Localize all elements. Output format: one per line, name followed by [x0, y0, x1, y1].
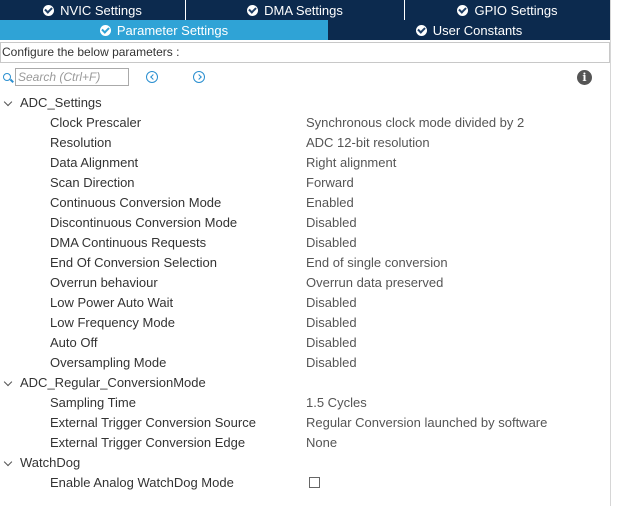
group-name: WatchDog [20, 455, 81, 470]
search-icon [3, 73, 11, 81]
param-name: Enable Analog WatchDog Mode [50, 475, 234, 490]
chevron-left-icon [149, 74, 156, 80]
tab-label: DMA Settings [264, 2, 343, 18]
param-name: End Of Conversion Selection [50, 255, 217, 270]
tab-bar-row-2: Parameter Settings User Constants [0, 20, 610, 40]
check-circle-icon [457, 4, 469, 16]
param-value[interactable]: None [306, 433, 337, 453]
search-toolbar: i [0, 67, 610, 89]
param-row[interactable]: Low Frequency Mode Disabled [0, 313, 610, 333]
param-name: Clock Prescaler [50, 115, 142, 130]
param-row[interactable]: Scan Direction Forward [0, 173, 610, 193]
check-circle-icon [247, 4, 259, 16]
tab-label: NVIC Settings [60, 2, 142, 18]
tab-parameter-settings[interactable]: Parameter Settings [0, 20, 328, 40]
group-name: ADC_Regular_ConversionMode [20, 375, 206, 390]
tab-gpio-settings[interactable]: GPIO Settings [405, 0, 610, 20]
info-icon[interactable]: i [577, 70, 592, 85]
param-row[interactable]: External Trigger Conversion Edge None [0, 433, 610, 453]
param-value[interactable]: Enabled [306, 193, 354, 213]
group-name: ADC_Settings [20, 95, 102, 110]
param-name: Low Power Auto Wait [50, 295, 174, 310]
param-row[interactable]: Data Alignment Right alignment [0, 153, 610, 173]
param-name: External Trigger Conversion Edge [50, 435, 246, 450]
param-row[interactable]: Overrun behaviour Overrun data preserved [0, 273, 610, 293]
tab-dma-settings[interactable]: DMA Settings [186, 0, 405, 20]
param-row[interactable]: Resolution ADC 12-bit resolution [0, 133, 610, 153]
param-value[interactable]: Disabled [306, 293, 357, 313]
tab-label: GPIO Settings [474, 2, 558, 18]
check-circle-icon [415, 24, 427, 36]
tab-label: Parameter Settings [116, 22, 229, 38]
param-row[interactable]: Discontinuous Conversion Mode Disabled [0, 213, 610, 233]
param-name: Continuous Conversion Mode [50, 195, 222, 210]
param-name: Data Alignment [50, 155, 139, 170]
tab-label: User Constants [432, 22, 523, 38]
chevron-down-icon[interactable] [3, 377, 13, 387]
param-row[interactable]: Enable Analog WatchDog Mode [0, 473, 610, 493]
param-name: Overrun behaviour [50, 275, 158, 290]
param-value[interactable]: Disabled [306, 233, 357, 253]
chevron-down-icon[interactable] [3, 97, 13, 107]
search-next-button[interactable] [193, 71, 205, 83]
analog-watchdog-checkbox[interactable] [309, 477, 320, 488]
param-name: DMA Continuous Requests [50, 235, 207, 250]
param-value[interactable]: 1.5 Cycles [306, 393, 367, 413]
configure-label: Configure the below parameters : [0, 42, 610, 63]
param-row[interactable]: DMA Continuous Requests Disabled [0, 233, 610, 253]
param-value[interactable]: Disabled [306, 213, 357, 233]
param-row[interactable]: Oversampling Mode Disabled [0, 353, 610, 373]
param-name: Low Frequency Mode [50, 315, 176, 330]
param-value[interactable]: Disabled [306, 353, 357, 373]
check-circle-icon [99, 24, 111, 36]
param-name: Sampling Time [50, 395, 136, 410]
param-name: Scan Direction [50, 175, 135, 190]
param-name: Oversampling Mode [50, 355, 167, 370]
tab-user-constants[interactable]: User Constants [328, 20, 610, 40]
param-row[interactable]: End Of Conversion Selection End of single… [0, 253, 610, 273]
param-value[interactable]: Forward [306, 173, 354, 193]
chevron-down-icon[interactable] [3, 457, 13, 467]
param-row[interactable]: Low Power Auto Wait Disabled [0, 293, 610, 313]
param-name: External Trigger Conversion Source [50, 415, 256, 430]
param-value[interactable]: Right alignment [306, 153, 396, 173]
tab-bar-row-1: NVIC Settings DMA Settings GPIO Settings [0, 0, 610, 20]
param-name: Auto Off [50, 335, 98, 350]
param-name: Resolution [50, 135, 112, 150]
parameter-tree: ADC_Settings Clock Prescaler Synchronous … [0, 93, 610, 493]
param-value[interactable]: Regular Conversion launched by software [306, 413, 547, 433]
search-previous-button[interactable] [146, 71, 158, 83]
check-circle-icon [43, 4, 55, 16]
panel-border [610, 0, 611, 506]
param-value[interactable]: Disabled [306, 333, 357, 353]
param-row[interactable]: Continuous Conversion Mode Enabled [0, 193, 610, 213]
chevron-right-icon [195, 74, 202, 80]
tab-nvic-settings[interactable]: NVIC Settings [0, 0, 186, 20]
param-value[interactable]: Synchronous clock mode divided by 2 [306, 113, 524, 133]
group-adc-settings[interactable]: ADC_Settings [0, 93, 610, 113]
param-value[interactable]: End of single conversion [306, 253, 448, 273]
search-input[interactable] [15, 68, 129, 86]
param-row[interactable]: Auto Off Disabled [0, 333, 610, 353]
param-row[interactable]: External Trigger Conversion Source Regula… [0, 413, 610, 433]
param-value[interactable]: Overrun data preserved [306, 273, 443, 293]
group-adc-regular-conversion-mode[interactable]: ADC_Regular_ConversionMode [0, 373, 610, 393]
param-row[interactable]: Clock Prescaler Synchronous clock mode di… [0, 113, 610, 133]
param-value[interactable]: ADC 12-bit resolution [306, 133, 430, 153]
group-watchdog[interactable]: WatchDog [0, 453, 610, 473]
param-name: Discontinuous Conversion Mode [50, 215, 238, 230]
param-row[interactable]: Sampling Time 1.5 Cycles [0, 393, 610, 413]
param-value[interactable]: Disabled [306, 313, 357, 333]
